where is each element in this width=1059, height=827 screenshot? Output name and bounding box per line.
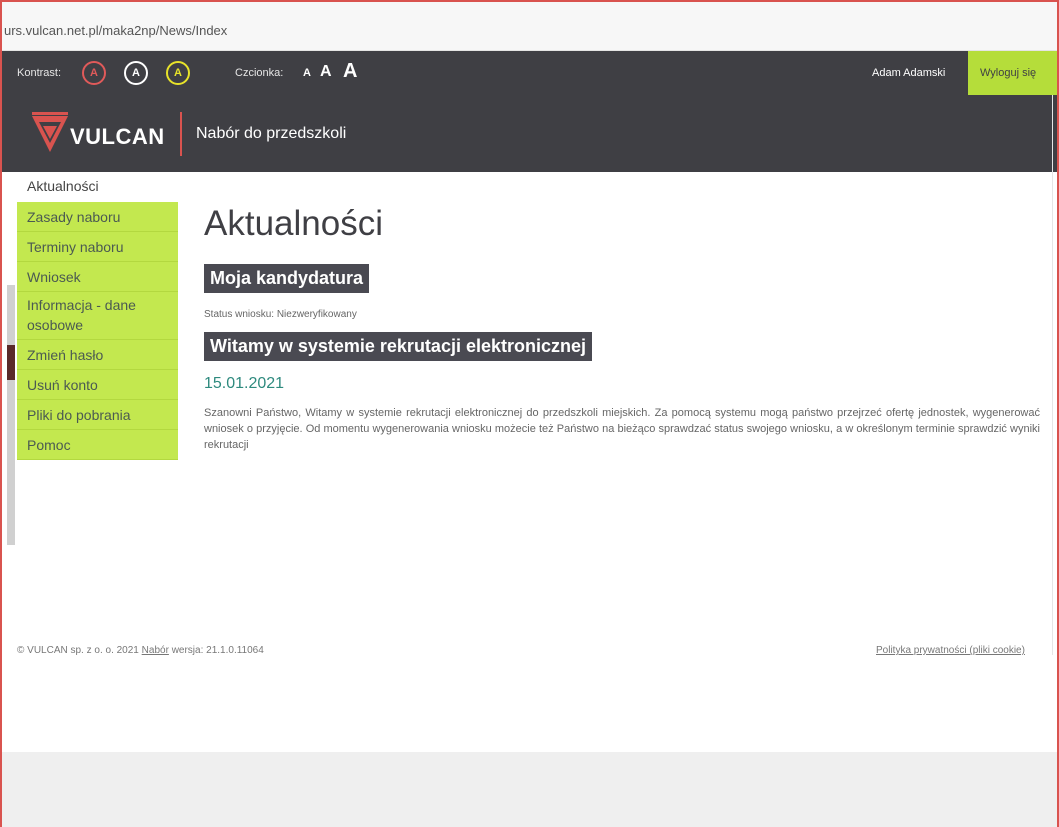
side-decoration-dark — [7, 345, 15, 380]
contrast-label: Kontrast: — [17, 67, 62, 79]
candidacy-header: Moja kandydatura — [204, 264, 370, 293]
url-text[interactable]: urs.vulcan.net.pl/maka2np/News/Index — [4, 23, 227, 38]
user-name: Adam Adamski — [872, 67, 946, 79]
sidebar-item-pomoc[interactable]: Pomoc — [17, 430, 178, 460]
news-body: Szanowni Państwo, Witamy w systemie rekr… — [204, 407, 1040, 451]
app-link[interactable]: Nabór — [142, 645, 169, 656]
sidebar-item-wniosek[interactable]: Wniosek — [17, 262, 178, 292]
page-title: Aktualności — [204, 204, 383, 243]
application-status: Status wniosku: Niezweryfikowany — [204, 309, 357, 320]
font-medium-button[interactable]: A — [320, 64, 332, 80]
logout-button[interactable]: Wyloguj się — [968, 51, 1059, 95]
side-decoration — [7, 285, 15, 545]
sidebar-item-aktualnosci[interactable]: Aktualności — [17, 172, 178, 202]
copyright-text: © VULCAN sp. z o. o. 2021 — [17, 645, 139, 656]
sidebar-item-zasady-naboru[interactable]: Zasady naboru — [17, 202, 178, 232]
main-content: Aktualności Moja kandydatura Status wnio… — [204, 204, 1040, 453]
font-small-button[interactable]: A — [303, 68, 311, 79]
accessibility-bar: Kontrast: A A A Czcionka: A A A Adam Ada… — [0, 51, 1059, 95]
font-large-button[interactable]: A — [343, 61, 357, 81]
sidebar-item-dane-osobowe[interactable]: Informacja - dane osobowe — [17, 292, 178, 340]
page-bottom-area — [0, 752, 1059, 827]
footer-info: © VULCAN sp. z o. o. 2021 Nabór wersja: … — [17, 645, 264, 656]
header-divider — [180, 112, 182, 156]
sidebar-item-zmien-haslo[interactable]: Zmień hasło — [17, 340, 178, 370]
news-header: Witamy w systemie rekrutacji elektronicz… — [204, 332, 592, 361]
right-divider — [1052, 95, 1053, 655]
vulcan-logo-icon[interactable] — [32, 112, 68, 156]
news-date: 15.01.2021 — [204, 375, 285, 392]
sidebar-nav: Aktualności Zasady naboru Terminy naboru… — [17, 172, 178, 460]
contrast-yellow-button[interactable]: A — [166, 61, 190, 85]
version-text: wersja: 21.1.0.11064 — [171, 645, 264, 656]
sidebar-item-terminy-naboru[interactable]: Terminy naboru — [17, 232, 178, 262]
contrast-default-button[interactable]: A — [82, 61, 106, 85]
contrast-white-button[interactable]: A — [124, 61, 148, 85]
brand-header: VULCAN Nabór do przedszkoli — [0, 95, 1059, 172]
font-size-label: Czcionka: — [235, 67, 284, 79]
browser-address-bar[interactable]: urs.vulcan.net.pl/maka2np/News/Index — [0, 0, 1059, 51]
sidebar-item-usun-konto[interactable]: Usuń konto — [17, 370, 178, 400]
logo-text: VULCAN — [70, 124, 165, 149]
app-title: Nabór do przedszkoli — [196, 125, 347, 142]
sidebar-item-pliki-do-pobrania[interactable]: Pliki do pobrania — [17, 400, 178, 430]
privacy-policy-link[interactable]: Polityka prywatności (pliki cookie) — [876, 645, 1025, 656]
